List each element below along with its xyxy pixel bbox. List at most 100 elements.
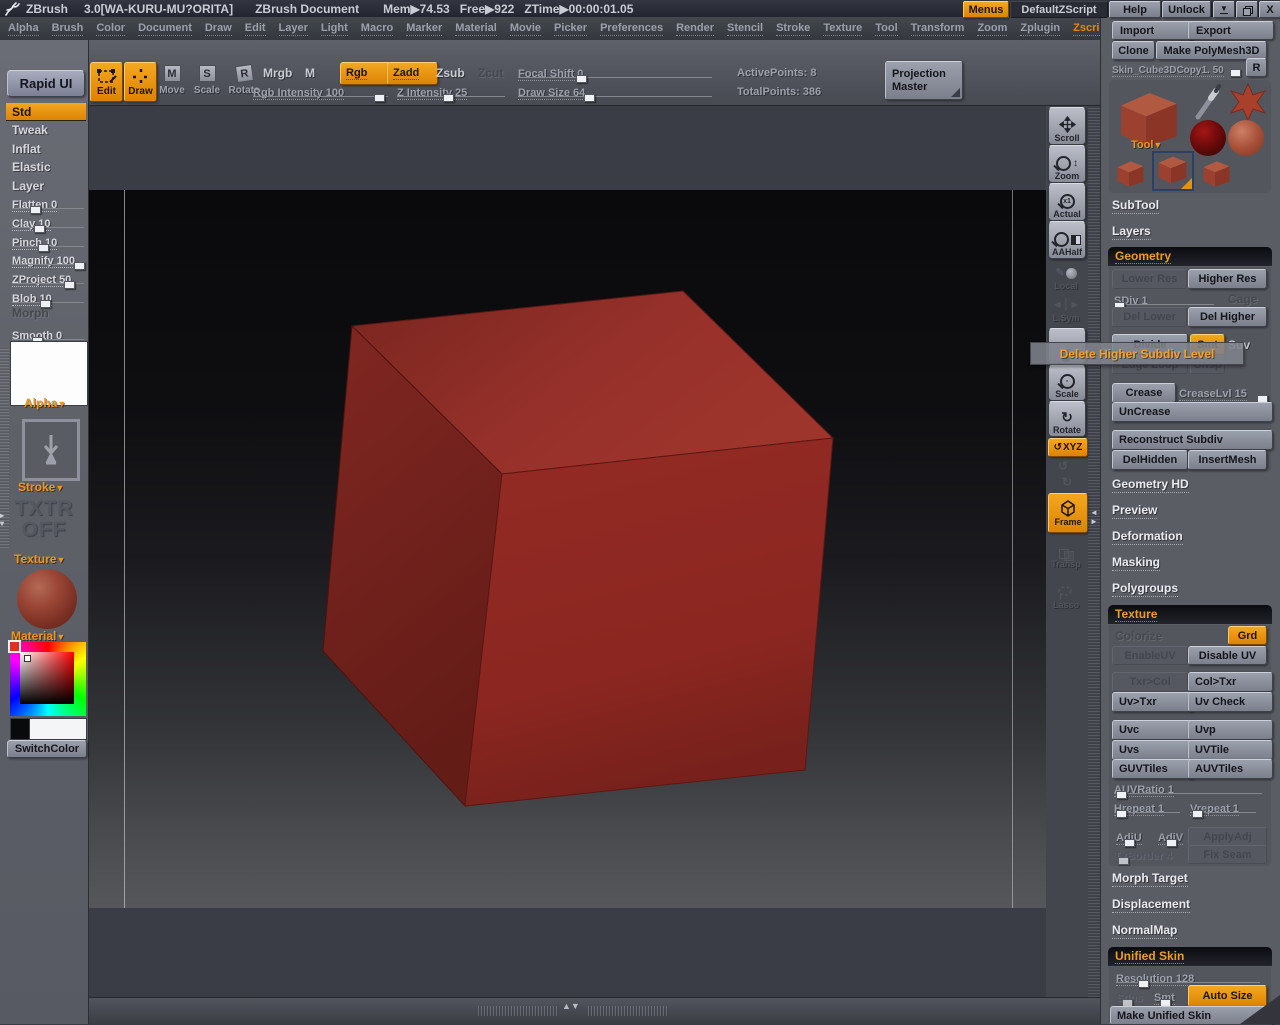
tray-handle-hatch[interactable] — [478, 1006, 558, 1016]
uv-check-button[interactable]: Uv Check — [1188, 692, 1273, 712]
draw-size-slider[interactable]: Draw Size 64 — [518, 83, 712, 102]
menu-alpha[interactable]: Alpha — [8, 22, 39, 36]
menu-stencil[interactable]: Stencil — [726, 22, 764, 36]
actual-size-button[interactable]: x1 Actual — [1048, 183, 1086, 221]
subtool-section[interactable]: SubTool — [1112, 198, 1160, 214]
hrepeat-slider[interactable]: Hrepeat 1 — [1114, 799, 1180, 818]
uvp-button[interactable]: Uvp — [1188, 720, 1273, 740]
masking-section[interactable]: Masking — [1112, 555, 1161, 571]
menu-macro[interactable]: Macro — [360, 22, 394, 36]
collapse-window-button[interactable]: ▼ — [1213, 1, 1235, 18]
r-button[interactable]: R — [1246, 58, 1267, 77]
aa-half-button[interactable]: AAHalf — [1048, 221, 1086, 259]
panel-collapse-icon[interactable]: ◄ ► — [1088, 508, 1100, 526]
menu-zoom[interactable]: Zoom — [977, 22, 1008, 36]
vrepeat-slider[interactable]: Vrepeat 1 — [1190, 799, 1256, 818]
help-button[interactable]: Help — [1109, 1, 1161, 18]
vrepeat-handle[interactable] — [1192, 810, 1203, 818]
enable-uv-button[interactable]: EnableUV — [1112, 646, 1188, 665]
stroke-menu-label[interactable]: Stroke▼ — [18, 480, 64, 494]
brush-inflat[interactable]: Inflat — [12, 142, 82, 160]
brush-smooth-slider[interactable]: Smooth 0 — [12, 326, 84, 345]
del-lower-button[interactable]: Del Lower — [1112, 307, 1187, 327]
focal-shift-slider[interactable]: Focal Shift 0 — [518, 64, 712, 83]
resolution-slider[interactable]: Resolution 128 — [1116, 969, 1260, 988]
move-button[interactable]: M Move — [157, 62, 187, 100]
morph-target-section[interactable]: Morph Target — [1112, 871, 1188, 887]
menu-brush[interactable]: Brush — [51, 22, 84, 36]
tray-expand-icon[interactable]: ▸ ▾ — [0, 512, 4, 528]
right-tray-divider[interactable] — [1088, 105, 1100, 997]
export-button[interactable]: Export — [1188, 21, 1274, 40]
adjv-slider[interactable]: AdjV — [1158, 828, 1192, 847]
preview-section[interactable]: Preview — [1112, 503, 1158, 519]
rgb-intensity-slider[interactable]: Rgb Intensity 100 — [253, 83, 388, 102]
brush-pinch-slider[interactable]: Pinch 10 — [12, 233, 84, 252]
auvtiles-button[interactable]: AUVTiles — [1188, 759, 1273, 779]
lasso-button[interactable]: Lasso — [1048, 577, 1084, 611]
tray-resize-handle[interactable]: ▲▼ — [562, 1001, 580, 1011]
tray-handle-hatch[interactable] — [588, 1006, 668, 1016]
xyz-rotate-button[interactable]: ↺ XYZ — [1048, 438, 1088, 457]
adju-slider[interactable]: AdjU — [1116, 828, 1150, 847]
draw-size-handle[interactable] — [584, 94, 595, 102]
tool-thumb-star[interactable] — [1228, 83, 1268, 121]
material-thumbnail[interactable] — [17, 569, 77, 629]
menu-draw[interactable]: Draw — [204, 22, 232, 36]
stroke-thumbnail[interactable] — [22, 419, 80, 481]
default-zscript-button[interactable]: DefaultZScript — [1010, 1, 1108, 18]
auv-ratio-slider[interactable]: AUVRatio 1 — [1114, 780, 1262, 799]
brush-elastic[interactable]: Elastic — [12, 160, 82, 178]
rapid-ui-button[interactable]: Rapid UI — [7, 70, 85, 97]
menu-preferences[interactable]: Preferences — [600, 22, 664, 36]
close-window-button[interactable]: X — [1259, 1, 1280, 18]
texture-section-header[interactable]: Texture — [1108, 605, 1272, 624]
brush-clay-slider[interactable]: Clay 10 — [12, 214, 84, 233]
zproject-handle[interactable] — [64, 281, 75, 289]
apply-adj-button[interactable]: ApplyAdj — [1188, 827, 1267, 847]
magnify-handle[interactable] — [74, 262, 85, 270]
brush-tweak[interactable]: Tweak — [12, 123, 82, 141]
tool-thumb-brush[interactable] — [1192, 83, 1224, 121]
zsub-button[interactable]: Zsub — [436, 66, 465, 80]
edit-button[interactable]: Edit — [90, 62, 123, 102]
saturation-square[interactable] — [20, 652, 74, 704]
tool-recent-cube-2[interactable] — [1198, 158, 1234, 190]
import-button[interactable]: Import — [1112, 21, 1194, 40]
focal-shift-handle[interactable] — [576, 75, 587, 83]
uncrease-button[interactable]: UnCrease — [1112, 402, 1273, 422]
rotate-z-icon[interactable]: ↻ — [1062, 475, 1072, 489]
menu-picker[interactable]: Picker — [554, 22, 588, 36]
auv-ratio-handle[interactable] — [1116, 791, 1127, 799]
tool-recent-cube-selected[interactable] — [1152, 151, 1194, 191]
clay-handle[interactable] — [34, 225, 45, 233]
scale-button[interactable]: S Scale — [192, 62, 222, 100]
uv-to-txr-button[interactable]: Uv>Txr — [1112, 692, 1194, 712]
tool-recent-cube-1[interactable] — [1112, 158, 1148, 190]
menu-texture[interactable]: Texture — [823, 22, 863, 36]
geometry-section-header[interactable]: Geometry — [1108, 247, 1272, 266]
menus-button[interactable]: Menus — [963, 1, 1009, 18]
menu-light[interactable]: Light — [320, 22, 348, 36]
menu-stroke[interactable]: Stroke — [776, 22, 811, 36]
menu-tool[interactable]: Tool — [875, 22, 898, 36]
txr-to-col-button[interactable]: Txr>Col — [1112, 672, 1188, 692]
sdns-slider[interactable]: Sdns — [1116, 988, 1146, 1007]
texture-off-thumbnail[interactable]: TXTR OFF — [0, 498, 88, 540]
scroll-doc-button[interactable]: Scroll — [1048, 107, 1086, 145]
polygroups-section[interactable]: Polygroups — [1112, 581, 1179, 597]
resolution-handle[interactable] — [1138, 980, 1149, 988]
insert-mesh-button[interactable]: InsertMesh — [1188, 450, 1267, 470]
guvtiles-button[interactable]: GUVTiles — [1112, 759, 1194, 779]
menu-color[interactable]: Color — [96, 22, 126, 36]
geometry-hd-section[interactable]: Geometry HD — [1112, 477, 1189, 493]
menu-material[interactable]: Material — [455, 22, 497, 36]
del-higher-button[interactable]: Del Higher — [1188, 307, 1267, 327]
menu-zplugin[interactable]: Zplugin — [1020, 22, 1061, 36]
grd-button[interactable]: Grd — [1228, 626, 1267, 645]
zadd-button[interactable]: Zadd — [387, 62, 438, 85]
col-to-txr-button[interactable]: Col>Txr — [1188, 672, 1273, 692]
tool-thumb-sphere-light[interactable] — [1228, 120, 1264, 156]
unified-skin-section-header[interactable]: Unified Skin — [1108, 947, 1272, 966]
tool-menu-label[interactable]: Tool▼ — [1131, 139, 1162, 151]
